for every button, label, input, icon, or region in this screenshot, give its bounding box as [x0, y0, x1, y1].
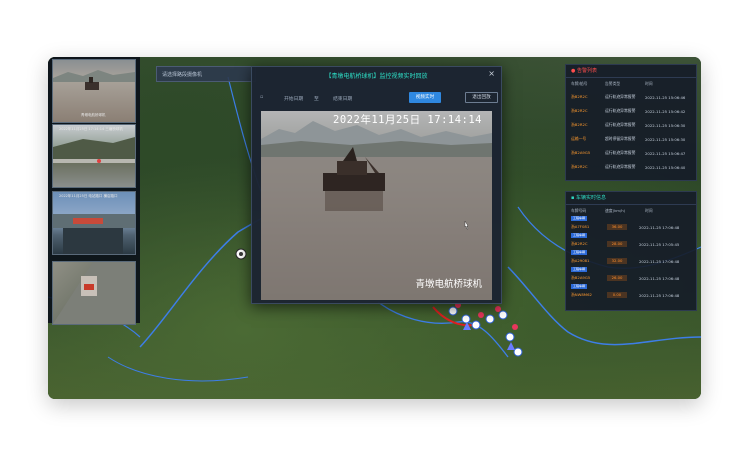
- alarm-id: 浙B2R2C: [571, 122, 588, 127]
- alarm-list-panel: ● 告警列表 车牌/船号 告警类型 时间 浙B2R2C 运行轨迹异常报警 202…: [565, 64, 697, 181]
- camera-thumb-3[interactable]: 2022年11月25日 电站路口 横店路口: [52, 191, 136, 255]
- table-row[interactable]: 工程车辆 浙B2A9G5 26.00 2022-11-25 17:06:48: [566, 267, 696, 285]
- camera-thumb-4-image: [53, 262, 135, 324]
- exit-playback-button[interactable]: 退出回放: [465, 92, 498, 103]
- camera-thumb-2-image: [53, 137, 135, 163]
- vehicle-plate: 浙B2R2C: [571, 241, 588, 246]
- column-header: 告警类型: [605, 81, 621, 86]
- alarm-type: 超时停留异常报警: [605, 136, 636, 141]
- table-row[interactable]: 工程车辆 浙A7F081 36.00 2022-11-25 17:06:48: [566, 216, 696, 234]
- alarm-type: 运行轨迹异常报警: [605, 108, 636, 113]
- alarm-panel-title: 告警列表: [576, 68, 597, 74]
- camera-thumb-2-caption: 2022年11月25日 17:14:14 三塘桥球机: [59, 127, 123, 131]
- vehicle-speed: 26.00: [607, 275, 627, 281]
- vehicle-time: 2022-11-25 17:05:45: [639, 241, 680, 247]
- vehicle-time: 2022-11-25 17:06:48: [639, 292, 680, 298]
- bell-icon: ●: [571, 68, 576, 74]
- column-header: 车牌/船号: [571, 81, 588, 86]
- column-header: 速度(km/h): [605, 208, 626, 213]
- video-playback-modal: 【青墩电航桥球机】监控视频实时回放 × ▫ 开始日期 至 结束日期 视频实时 退…: [251, 66, 502, 304]
- alarm-id: 运输一号: [571, 136, 587, 141]
- vehicle-time: 2022-11-25 17:06:48: [639, 224, 680, 230]
- camera-select-label: 请选择路段摄像机: [162, 72, 203, 78]
- column-header: 时间: [645, 81, 653, 86]
- vehicle-plate: 浙A29081: [571, 258, 590, 263]
- camera-thumb-3-caption: 2022年11月25日 电站路口 横店路口: [59, 194, 118, 198]
- vehicle-type-badge: 工程车辆: [571, 250, 588, 255]
- alarm-id: 浙B2R2C: [571, 108, 588, 113]
- alarm-time: 2022-11-25 15:06:42: [645, 108, 686, 114]
- alarm-type: 运行轨迹异常报警: [605, 94, 636, 99]
- modal-title: 【青墩电航桥球机】监控视频实时回放: [325, 73, 428, 80]
- alarm-type: 运行轨迹异常报警: [605, 164, 636, 169]
- vehicle-speed: 32.00: [607, 258, 627, 264]
- camera-select-control[interactable]: 请选择路段摄像机: [156, 66, 256, 82]
- vehicle-info-panel: ▪ 车辆实时信息 车牌号码 速度(km/h) 时间 工程车辆 浙A7F081 3…: [565, 191, 697, 311]
- table-row[interactable]: 浙B2R2C 运行轨迹异常报警 2022-11-25 15:06:46: [566, 90, 696, 104]
- vehicle-time: 2022-11-25 17:06:48: [639, 275, 680, 281]
- alarm-panel-header: ● 告警列表: [566, 65, 696, 78]
- vehicle-type-badge: 工程车辆: [571, 233, 588, 238]
- table-row[interactable]: 运输一号 超时停留异常报警 2022-11-25 15:06:30: [566, 132, 696, 146]
- end-date-input[interactable]: 结束日期: [333, 95, 352, 102]
- table-row[interactable]: 工程车辆 浙B2R2C 28.00 2022-11-25 17:05:45: [566, 233, 696, 251]
- start-date-input[interactable]: 开始日期: [284, 95, 303, 102]
- alarm-time: 2022-11-25 15:06:47: [645, 150, 686, 156]
- date-separator: 至: [314, 97, 319, 102]
- column-header: 时间: [645, 208, 653, 213]
- table-row[interactable]: 浙B2A9G5 运行轨迹异常报警 2022-11-25 15:06:47: [566, 146, 696, 160]
- alarm-id: 浙B2R2C: [571, 164, 588, 169]
- table-row[interactable]: 浙B2R2C 运行轨迹异常报警 2022-11-25 15:06:42: [566, 104, 696, 118]
- camera-thumbnail-strip: 青墩电航桥球机 2022年11月25日 17:14:14 三塘桥球机 2022年…: [48, 57, 140, 325]
- camera-thumb-1-caption: 青墩电航桥球机: [81, 113, 106, 117]
- calendar-icon[interactable]: ▫: [260, 95, 263, 100]
- vehicle-speed: 36.00: [607, 224, 627, 230]
- video-timestamp: 2022年11月25日 17:14:14: [333, 114, 482, 126]
- camera-thumb-1[interactable]: 青墩电航桥球机: [52, 59, 136, 123]
- camera-thumb-2[interactable]: 2022年11月25日 17:14:14 三塘桥球机: [52, 124, 136, 188]
- playback-toolbar: ▫ 开始日期 至 结束日期 视频实时 退出回放: [258, 92, 498, 106]
- table-row[interactable]: 浙B2R2C 运行轨迹异常报警 2022-11-25 15:06:30: [566, 118, 696, 132]
- vehicle-type-badge: 工程车辆: [571, 216, 588, 221]
- video-frame-image: [261, 121, 492, 300]
- camera-thumb-4[interactable]: [52, 261, 136, 325]
- alarm-type: 运行轨迹异常报警: [605, 150, 636, 155]
- alarm-time: 2022-11-25 15:06:46: [645, 94, 686, 100]
- table-row[interactable]: 工程车辆 浙A29081 32.00 2022-11-25 17:06:48: [566, 250, 696, 268]
- alarm-type: 运行轨迹异常报警: [605, 122, 636, 127]
- table-row[interactable]: 浙B2R2C 运行轨迹异常报警 2022-11-25 15:06:40: [566, 160, 696, 174]
- vehicle-time: 2022-11-25 17:06:48: [639, 258, 680, 264]
- alarm-time: 2022-11-25 15:06:40: [645, 164, 686, 170]
- video-player[interactable]: 2022年11月25日 17:14:14 青墩电航桥球机: [261, 111, 492, 300]
- live-video-button[interactable]: 视频实时: [409, 92, 441, 103]
- vehicle-plate: 浙A7F081: [571, 224, 590, 229]
- alarm-time: 2022-11-25 15:06:30: [645, 136, 686, 142]
- alarm-time: 2022-11-25 15:06:30: [645, 122, 686, 128]
- app-window: 青墩电航桥球机 2022年11月25日 17:14:14 三塘桥球机 2022年…: [48, 57, 701, 399]
- vehicle-speed: 28.00: [607, 241, 627, 247]
- close-icon[interactable]: ×: [488, 69, 495, 78]
- alarm-id: 浙B2R2C: [571, 94, 588, 99]
- vehicle-speed: 0.00: [607, 292, 627, 298]
- vehicle-type-badge: 工程车辆: [571, 284, 588, 289]
- alarm-table-header: 车牌/船号 告警类型 时间: [566, 78, 696, 90]
- table-row[interactable]: 工程车辆 浙NW8M62 0.00 2022-11-25 17:06:48: [566, 284, 696, 302]
- vehicle-panel-title: 车辆实时信息: [575, 195, 606, 201]
- camera-thumb-3-image: [53, 214, 135, 254]
- vehicle-plate: 浙B2A9G5: [571, 275, 591, 280]
- video-camera-name: 青墩电航桥球机: [415, 279, 482, 290]
- alarm-id: 浙B2A9G5: [571, 150, 591, 155]
- truck-icon: ▪: [571, 195, 575, 201]
- vehicle-panel-header: ▪ 车辆实时信息: [566, 192, 696, 205]
- vehicle-plate: 浙NW8M62: [571, 292, 592, 297]
- vehicle-type-badge: 工程车辆: [571, 267, 588, 272]
- column-header: 车牌号码: [571, 208, 587, 213]
